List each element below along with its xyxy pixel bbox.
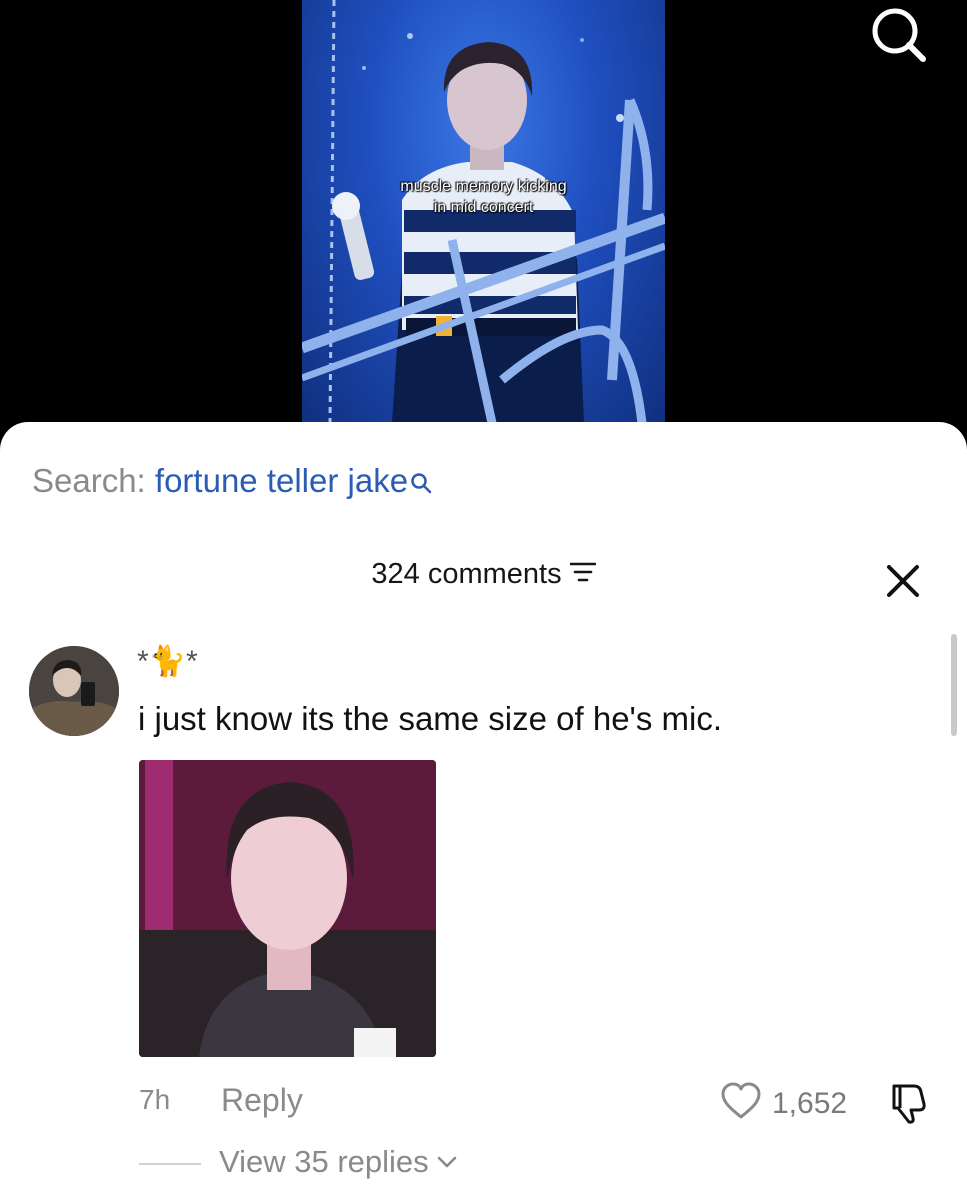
comment-text: i just know its the same size of he's mi… xyxy=(138,700,723,737)
comments-header: 324 comments xyxy=(0,558,967,591)
video-caption-line-1: muscle memory kicking xyxy=(400,178,567,195)
search-icon[interactable] xyxy=(868,4,928,64)
reply-button[interactable]: Reply xyxy=(221,1082,303,1119)
heart-icon[interactable] xyxy=(720,1082,762,1125)
thumbs-down-icon[interactable] xyxy=(884,1080,930,1126)
video-frame[interactable]: muscle memory kicking in mid concert xyxy=(302,0,665,423)
comments-sheet: Search: fortune teller jake 324 comments xyxy=(0,422,967,1200)
replies-divider xyxy=(139,1163,201,1165)
filter-icon[interactable] xyxy=(569,558,596,591)
comments-count: 324 comments xyxy=(371,558,562,590)
view-replies-label: View 35 replies xyxy=(219,1144,429,1179)
chevron-down-icon xyxy=(437,1156,456,1168)
like-count: 1,652 xyxy=(772,1086,848,1120)
video-caption-line-2: in mid concert xyxy=(433,199,534,216)
search-query[interactable]: fortune teller jake xyxy=(155,462,408,499)
related-search-link[interactable]: Search: fortune teller jake xyxy=(32,462,432,502)
avatar[interactable] xyxy=(29,646,119,736)
close-icon[interactable] xyxy=(882,560,924,602)
video-area[interactable]: muscle memory kicking in mid concert xyxy=(0,0,967,440)
scrollbar[interactable] xyxy=(951,634,957,736)
comment-username[interactable]: *🐈* xyxy=(137,644,198,679)
video-caption: muscle memory kicking in mid concert xyxy=(302,176,665,218)
like-button[interactable]: 1,652 xyxy=(720,1082,847,1125)
comment-timestamp: 7h xyxy=(139,1084,171,1115)
view-replies-button[interactable]: View 35 replies xyxy=(219,1144,459,1180)
search-prefix: Search: xyxy=(32,462,155,499)
comment-image[interactable] xyxy=(139,760,436,1057)
small-search-icon xyxy=(410,464,432,502)
